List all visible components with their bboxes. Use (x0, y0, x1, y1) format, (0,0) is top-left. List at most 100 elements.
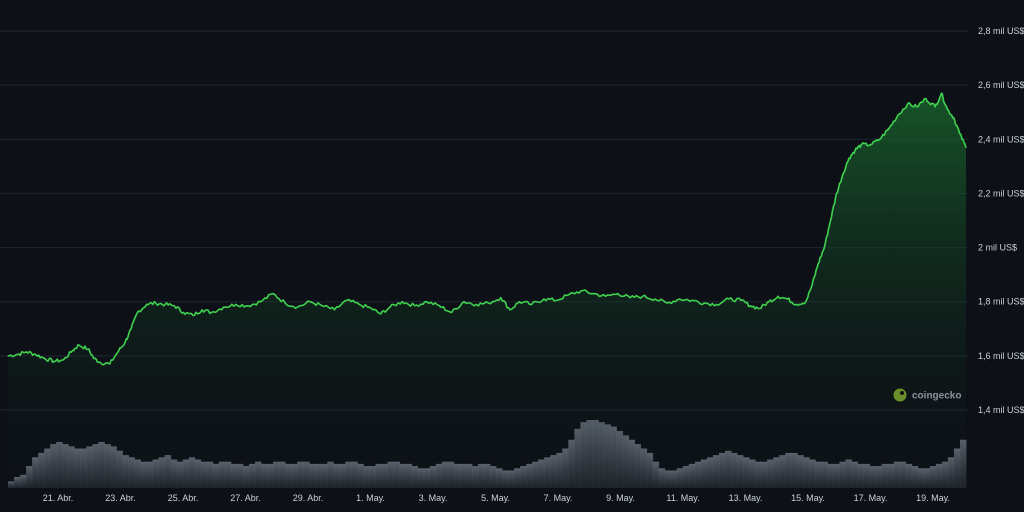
coingecko-logo: coingecko (893, 388, 961, 402)
price-point (146, 303, 148, 305)
price-point (284, 302, 286, 304)
price-point (389, 306, 391, 308)
price-point (321, 305, 323, 307)
price-point (555, 299, 557, 301)
price-point (642, 295, 644, 297)
x-tick-label: 25. Abr. (168, 493, 199, 503)
gecko-eye-icon (900, 391, 904, 395)
price-point (531, 303, 533, 305)
price-point (934, 106, 936, 108)
price-point (124, 341, 126, 343)
price-point (715, 303, 718, 305)
price-point (414, 305, 416, 307)
price-area-fill (8, 93, 966, 489)
y-tick-label: 1,6 mil US$ (978, 351, 1024, 361)
price-point (568, 294, 570, 296)
x-tick-label: 11. May. (666, 493, 699, 503)
x-tick-label: 17. May. (854, 493, 888, 503)
chart-canvas: 1,4 mil US$ 1,6 mil US$ 1,8 mil US$ 2 mil U… (0, 26, 1024, 503)
price-point (309, 301, 311, 303)
price-point (109, 363, 111, 365)
price-point (691, 299, 693, 301)
price-point (543, 298, 545, 300)
price-point (509, 309, 511, 311)
price-point (965, 146, 967, 148)
price-point (925, 98, 927, 100)
price-point (654, 298, 656, 300)
y-axis-labels: 1,4 mil US$ 1,6 mil US$ 1,8 mil US$ 2 mil U… (978, 26, 1024, 415)
price-point (605, 295, 607, 297)
price-point (768, 301, 770, 303)
price-point (906, 103, 909, 105)
price-point (25, 351, 28, 353)
y-tick-label: 2,8 mil US$ (978, 26, 1024, 36)
price-point (99, 362, 101, 364)
price-point (35, 353, 37, 356)
x-tick-label: 7. May. (544, 493, 573, 503)
price-point (380, 313, 382, 315)
price-point (53, 360, 55, 362)
x-tick-label: 13. May. (729, 493, 763, 503)
price-point (500, 297, 502, 299)
price-point (272, 293, 274, 295)
price-point (829, 219, 832, 222)
price-point (879, 138, 881, 140)
price-point (401, 301, 403, 303)
price-point (333, 309, 336, 311)
price-point (518, 301, 520, 303)
x-tick-label: 19. May. (916, 493, 950, 503)
price-point (451, 311, 453, 314)
price-point (959, 133, 961, 135)
y-tick-label: 2,2 mil US$ (978, 188, 1024, 198)
price-point (796, 303, 798, 305)
price-point (617, 293, 619, 295)
price-point (946, 108, 949, 111)
price-point (87, 348, 89, 350)
price-point (836, 192, 838, 194)
y-tick-label: 2,4 mil US$ (978, 134, 1024, 144)
price-point (155, 302, 157, 304)
price-point (93, 358, 95, 360)
price-point (297, 306, 299, 308)
price-point (358, 303, 360, 305)
price-point (777, 295, 779, 297)
price-point (426, 301, 428, 303)
x-tick-label: 3. May. (419, 493, 448, 503)
x-tick-label: 27. Abr. (230, 493, 261, 503)
price-point (44, 358, 46, 360)
x-tick-label: 29. Abr. (293, 493, 324, 503)
price-point (805, 301, 807, 303)
price-point (463, 301, 465, 303)
x-tick-label: 23. Abr. (105, 493, 136, 503)
x-tick-label: 5. May. (481, 493, 510, 503)
y-tick-label: 2,6 mil US$ (978, 80, 1024, 90)
price-point (916, 106, 918, 108)
price-point (749, 305, 752, 307)
price-point (786, 298, 788, 300)
price-point (629, 297, 631, 299)
x-tick-label: 1. May. (356, 493, 385, 503)
y-tick-label: 1,4 mil US$ (978, 405, 1024, 415)
price-point (580, 290, 582, 292)
x-axis-labels: 21. Abr. 23. Abr. 25. Abr. 27. Abr. 29. Abr.… (43, 493, 950, 503)
price-point (487, 302, 490, 304)
y-tick-label: 1,8 mil US$ (978, 297, 1024, 307)
price-point (173, 305, 175, 307)
price-point (759, 307, 761, 310)
price-point (817, 263, 819, 265)
price-chart: 1,4 mil US$ 1,6 mil US$ 1,8 mil US$ 2 mil U… (0, 0, 1024, 512)
price-point (192, 314, 194, 316)
brand-name: coingecko (912, 391, 961, 402)
price-point (811, 284, 813, 287)
price-point (370, 307, 373, 310)
price-point (438, 305, 440, 307)
price-point (210, 311, 212, 314)
x-tick-label: 15. May. (791, 493, 825, 503)
price-point (848, 157, 850, 159)
price-point (260, 301, 262, 303)
price-point (16, 353, 18, 356)
price-area (7, 92, 967, 489)
price-point (854, 149, 856, 151)
price-point (703, 302, 705, 304)
price-point (62, 359, 64, 361)
